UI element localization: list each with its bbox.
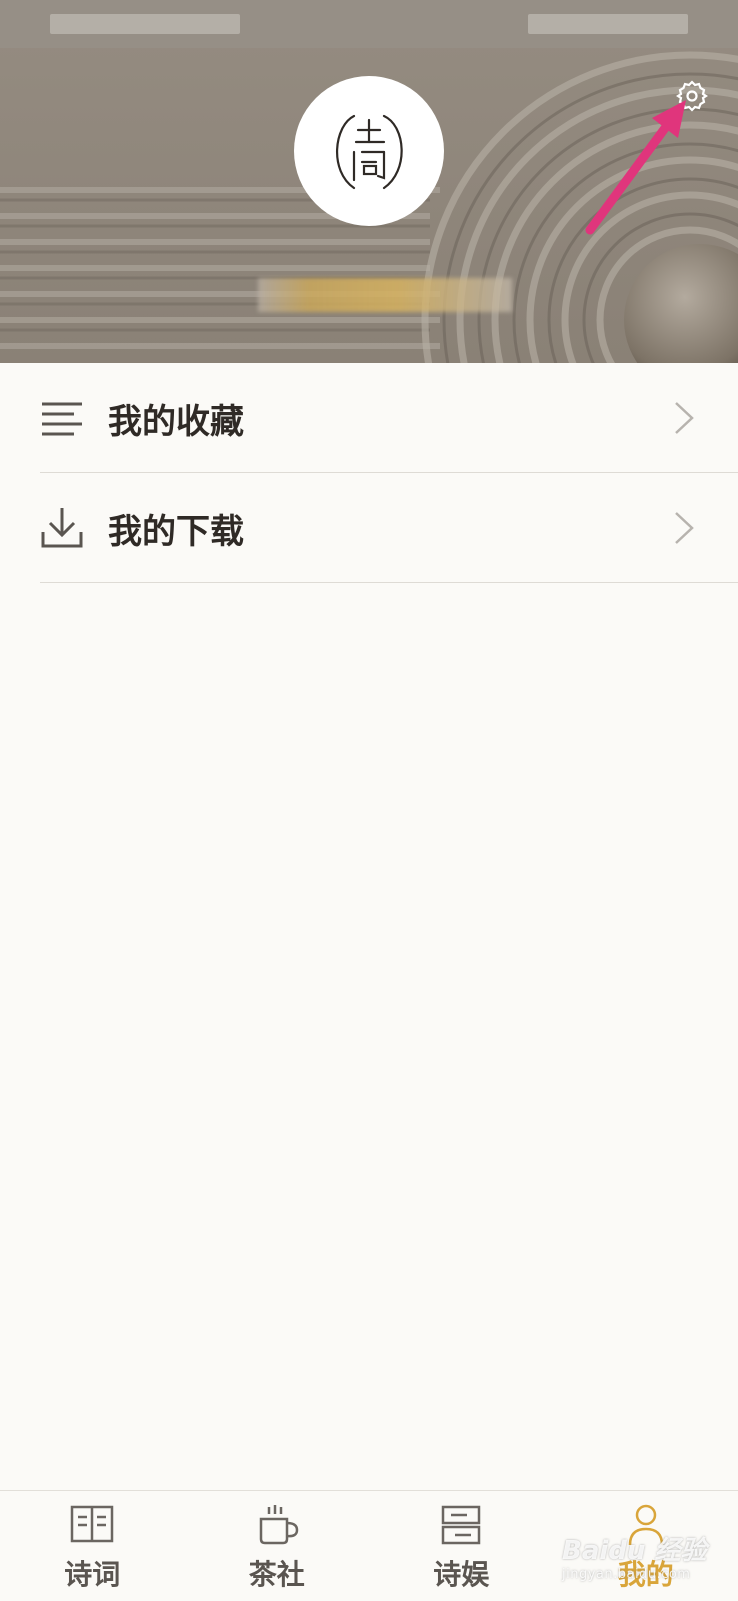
tab-label: 茶社 [185,1553,370,1593]
chevron-right-icon [672,400,696,436]
tab-mine[interactable]: 我的 [554,1491,738,1601]
tab-label: 诗娱 [369,1553,554,1593]
profile-icon [622,1503,670,1547]
book-icon [68,1503,116,1547]
tab-teahouse[interactable]: 茶社 [185,1491,370,1601]
profile-header [0,0,738,363]
menu-item-favorites[interactable]: 我的收藏 [0,363,738,473]
download-icon [40,506,84,550]
chevron-right-icon [672,510,696,546]
menu-item-label: 我的收藏 [108,394,244,443]
settings-button[interactable] [672,76,712,116]
avatar[interactable] [294,76,444,226]
list-icon [40,396,84,440]
menu-list: 我的收藏 我的下载 [0,363,738,583]
tab-label: 诗词 [0,1553,185,1593]
menu-item-downloads[interactable]: 我的下载 [0,473,738,583]
teacup-icon [253,1503,301,1547]
tab-label: 我的 [554,1553,738,1593]
tab-games[interactable]: 诗娱 [369,1491,554,1601]
tab-poetry[interactable]: 诗词 [0,1491,185,1601]
username-blurred [258,278,512,312]
game-icon [437,1503,485,1547]
poetry-logo-icon [314,96,424,206]
status-bar [0,0,738,48]
status-bar-right-blurred [528,14,688,34]
gear-icon [675,79,709,113]
status-bar-left-blurred [50,14,240,34]
bottom-tab-bar: 诗词 茶社 诗娱 [0,1490,738,1601]
divider [40,582,738,583]
menu-item-label: 我的下载 [108,504,244,553]
